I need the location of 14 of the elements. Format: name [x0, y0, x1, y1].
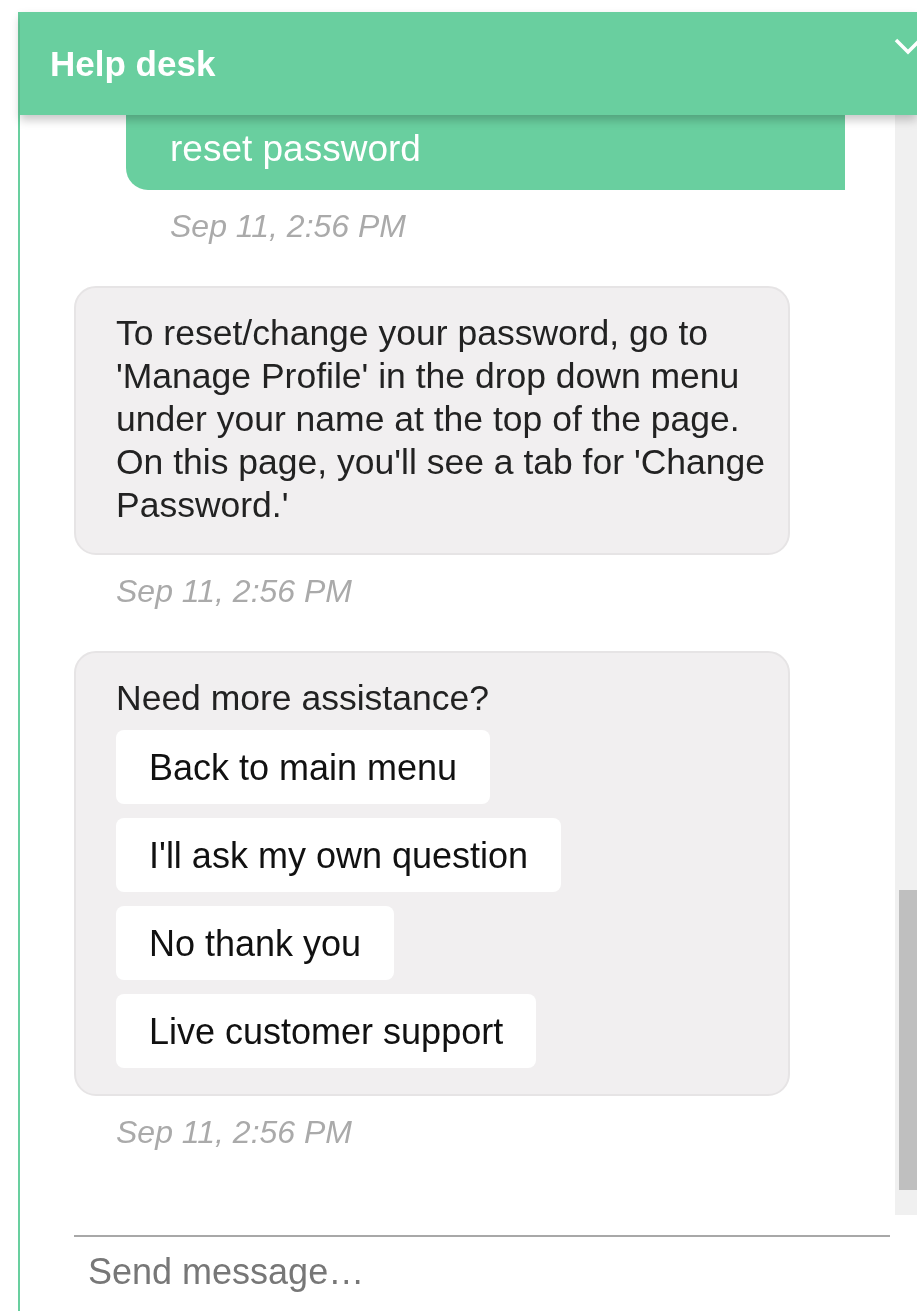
- quick-reply-button[interactable]: Back to main menu: [116, 730, 491, 804]
- quick-reply-button[interactable]: No thank you: [116, 906, 395, 980]
- quick-reply-button[interactable]: I'll ask my own question: [116, 818, 562, 892]
- scrollbar[interactable]: [895, 115, 917, 1215]
- message-text: To reset/change your password, go to 'Manage Profile' in the drop down menu under your name at the top of the page. On this page, you'll see a tab for 'Change Password.': [116, 313, 766, 525]
- header-title: Help desk: [50, 43, 216, 84]
- chevron-down-icon[interactable]: [893, 36, 917, 56]
- message-timestamp: Sep 11, 2:56 PM: [116, 1113, 353, 1152]
- message-timestamp: Sep 11, 2:56 PM: [170, 207, 407, 246]
- message-text: reset password: [170, 128, 421, 169]
- quick-reply-button[interactable]: Live customer support: [116, 994, 537, 1068]
- message-timestamp: Sep 11, 2:56 PM: [116, 572, 353, 611]
- message-input[interactable]: Send message…: [88, 1251, 848, 1293]
- message-text: Need more assistance?: [116, 678, 489, 718]
